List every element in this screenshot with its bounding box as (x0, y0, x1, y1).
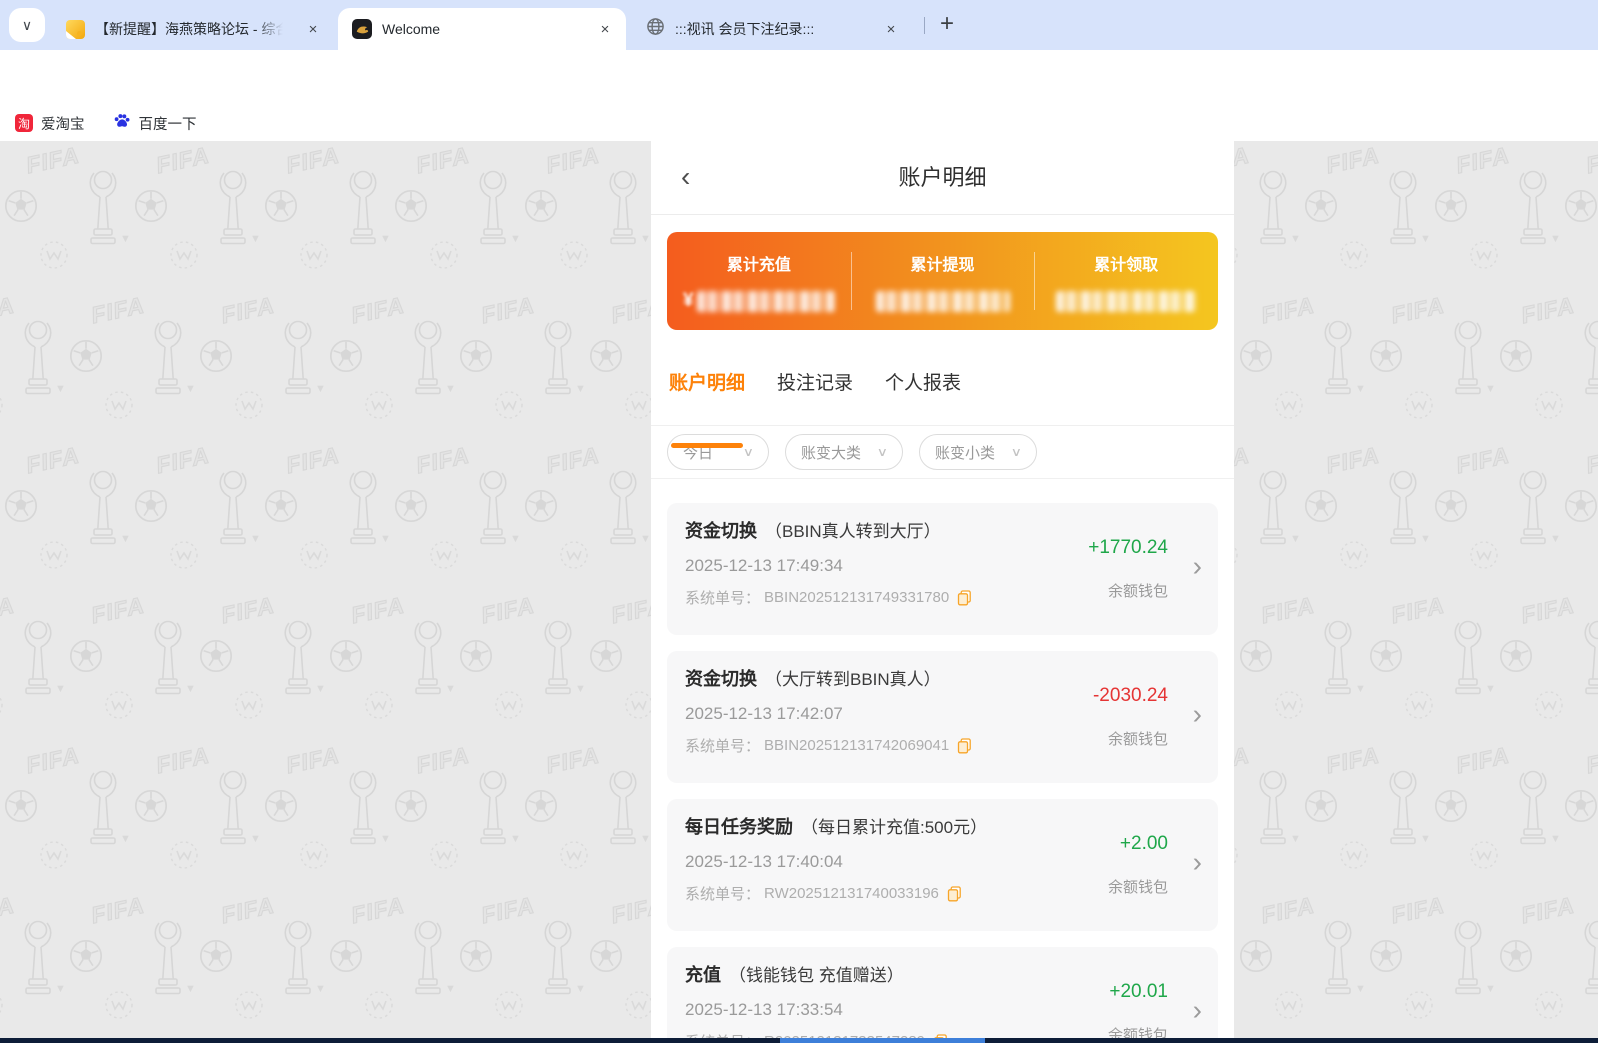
browser-toolbar: ← → 175616.cc/reports/index (0, 50, 1598, 148)
filter-minor-type-select[interactable]: 账变小类 ∨ (919, 434, 1037, 470)
tab-search-button[interactable]: ∨ (9, 8, 45, 42)
tab-forum[interactable]: 【新提醒】海燕策略论坛 - 综合 × (52, 8, 334, 50)
record-note: （每日累计充值:500元） (801, 818, 988, 837)
taobao-icon: 淘 (15, 114, 33, 132)
tab-welcome[interactable]: Welcome × (338, 8, 626, 50)
summary-claimed: 累计领取 (1034, 232, 1218, 330)
filter-date-select[interactable]: 今日 ∨ (667, 434, 769, 470)
divider (1034, 252, 1036, 310)
tab-separator (924, 17, 925, 34)
summary-deposit: 累计充值 ¥ (667, 232, 851, 330)
bookmark-label: 百度一下 (138, 116, 197, 133)
tab-account-detail[interactable]: 账户明细 (667, 370, 747, 425)
tab-strip: ∨ 【新提醒】海燕策略论坛 - 综合 × Welcome × :::视讯 会员下… (0, 0, 1598, 50)
chevron-right-icon[interactable]: › (1193, 994, 1202, 1026)
filter-major-type-select[interactable]: 账变大类 ∨ (785, 434, 903, 470)
record-note: （BBIN真人转到大厅） (765, 522, 941, 541)
forum-favicon-icon (66, 19, 85, 39)
record-type: 资金切换 (685, 669, 757, 689)
chevron-right-icon[interactable]: › (1193, 550, 1202, 582)
tab-bet-records[interactable]: 投注记录 (775, 370, 855, 425)
record-note: （钱能钱包 充值赠送） (729, 966, 904, 985)
tab-title: :::视讯 会员下注纪录::: (675, 21, 815, 37)
record-item[interactable]: 充值 （钱能钱包 充值赠送） 2025-12-13 17:33:54 系统单号：… (667, 947, 1218, 1043)
bookmarks-bar: 淘 爱淘宝 百度一下 (0, 105, 1598, 141)
summary-label: 累计充值 (726, 257, 791, 274)
record-item[interactable]: 资金切换 （大厅转到BBIN真人） 2025-12-13 17:42:07 系统… (667, 651, 1218, 783)
record-order-number: BBIN202512131749331780 (764, 589, 950, 606)
globe-favicon-icon (646, 17, 665, 41)
page-title: 账户明细 (898, 165, 987, 190)
account-panel: ‹ 账户明细 累计充值 ¥ 累计提现 累计领取 账户明细 投注记录 个人报表 今… (651, 141, 1234, 1043)
records-list: 资金切换 （BBIN真人转到大厅） 2025-12-13 17:49:34 系统… (651, 479, 1234, 1043)
record-order-number: RW202512131740033196 (764, 885, 939, 902)
bookmark-aitaobao[interactable]: 淘 爱淘宝 (15, 113, 85, 134)
baidu-paw-icon (113, 112, 131, 135)
divider (850, 252, 852, 310)
filter-label: 账变小类 (935, 444, 996, 462)
chevron-down-icon: ∨ (1010, 445, 1023, 459)
masked-value (696, 290, 835, 312)
dragon-favicon-icon (352, 19, 372, 39)
summary-label: 累计提现 (910, 257, 975, 274)
tab-title: 【新提醒】海燕策略论坛 - 综合 (95, 21, 283, 37)
close-icon[interactable]: × (304, 20, 322, 38)
tab-personal-report[interactable]: 个人报表 (883, 370, 963, 425)
copy-icon[interactable] (957, 737, 972, 754)
chevron-down-icon: ∨ (21, 16, 33, 33)
close-icon[interactable]: × (882, 20, 900, 38)
page-background: FIFA▼FIFA▼FIFA▼FIFA▼FIFA▼FIFA▼FIFA▼FIFA▼… (0, 141, 1598, 1043)
summary-label: 累计领取 (1094, 257, 1159, 274)
record-time: 2025-12-13 17:42:07 (685, 704, 843, 723)
bottom-edge-highlight (780, 1038, 985, 1043)
currency-symbol: ¥ (683, 290, 694, 311)
record-note: （大厅转到BBIN真人） (765, 670, 941, 689)
masked-value (1056, 290, 1197, 312)
tab-video-records[interactable]: :::视讯 会员下注纪录::: × (632, 8, 912, 50)
record-order-number: BBIN202512131742069041 (764, 737, 950, 754)
record-amount: -2030.24 (1092, 685, 1168, 706)
record-type: 资金切换 (685, 521, 757, 541)
chevron-right-icon[interactable]: › (1193, 846, 1202, 878)
bookmark-label: 爱淘宝 (41, 116, 85, 133)
filter-row: 今日 ∨ 账变大类 ∨ 账变小类 ∨ (651, 426, 1234, 479)
bottom-edge-bar (0, 1038, 1598, 1043)
summary-withdraw: 累计提现 (851, 232, 1035, 330)
record-order-label: 系统单号： (685, 590, 761, 607)
record-wallet: 余额钱包 (1107, 583, 1168, 600)
back-chevron-icon[interactable]: ‹ (681, 162, 690, 190)
record-amount: +2.00 (1119, 833, 1168, 854)
panel-header: ‹ 账户明细 (651, 141, 1234, 215)
chevron-down-icon: ∨ (742, 445, 755, 459)
record-order-label: 系统单号： (685, 738, 761, 755)
record-type: 每日任务奖励 (685, 817, 793, 837)
bookmark-baidu[interactable]: 百度一下 (113, 112, 197, 135)
record-time: 2025-12-13 17:40:04 (685, 852, 843, 871)
summary-card: 累计充值 ¥ 累计提现 累计领取 (667, 232, 1218, 330)
chevron-right-icon[interactable]: › (1193, 698, 1202, 730)
masked-value (875, 290, 1010, 312)
filter-label: 账变大类 (801, 444, 862, 462)
close-icon[interactable]: × (596, 20, 614, 38)
record-wallet: 余额钱包 (1107, 731, 1168, 748)
browser-window: ∨ 【新提醒】海燕策略论坛 - 综合 × Welcome × :::视讯 会员下… (0, 0, 1598, 1043)
new-tab-button[interactable]: + (932, 9, 962, 39)
record-order-label: 系统单号： (685, 886, 761, 903)
tab-title: Welcome (382, 21, 441, 37)
record-amount: +1770.24 (1088, 537, 1168, 558)
record-item[interactable]: 资金切换 （BBIN真人转到大厅） 2025-12-13 17:49:34 系统… (667, 503, 1218, 635)
record-time: 2025-12-13 17:33:54 (685, 1000, 843, 1019)
record-item[interactable]: 每日任务奖励 （每日累计充值:500元） 2025-12-13 17:40:04… (667, 799, 1218, 931)
copy-icon[interactable] (947, 885, 962, 902)
section-tabs: 账户明细 投注记录 个人报表 (651, 362, 1234, 426)
chevron-down-icon: ∨ (876, 445, 889, 459)
record-time: 2025-12-13 17:49:34 (685, 556, 843, 575)
record-amount: +20.01 (1109, 981, 1168, 1002)
record-type: 充值 (685, 965, 721, 985)
copy-icon[interactable] (957, 589, 972, 606)
record-wallet: 余额钱包 (1107, 879, 1168, 896)
